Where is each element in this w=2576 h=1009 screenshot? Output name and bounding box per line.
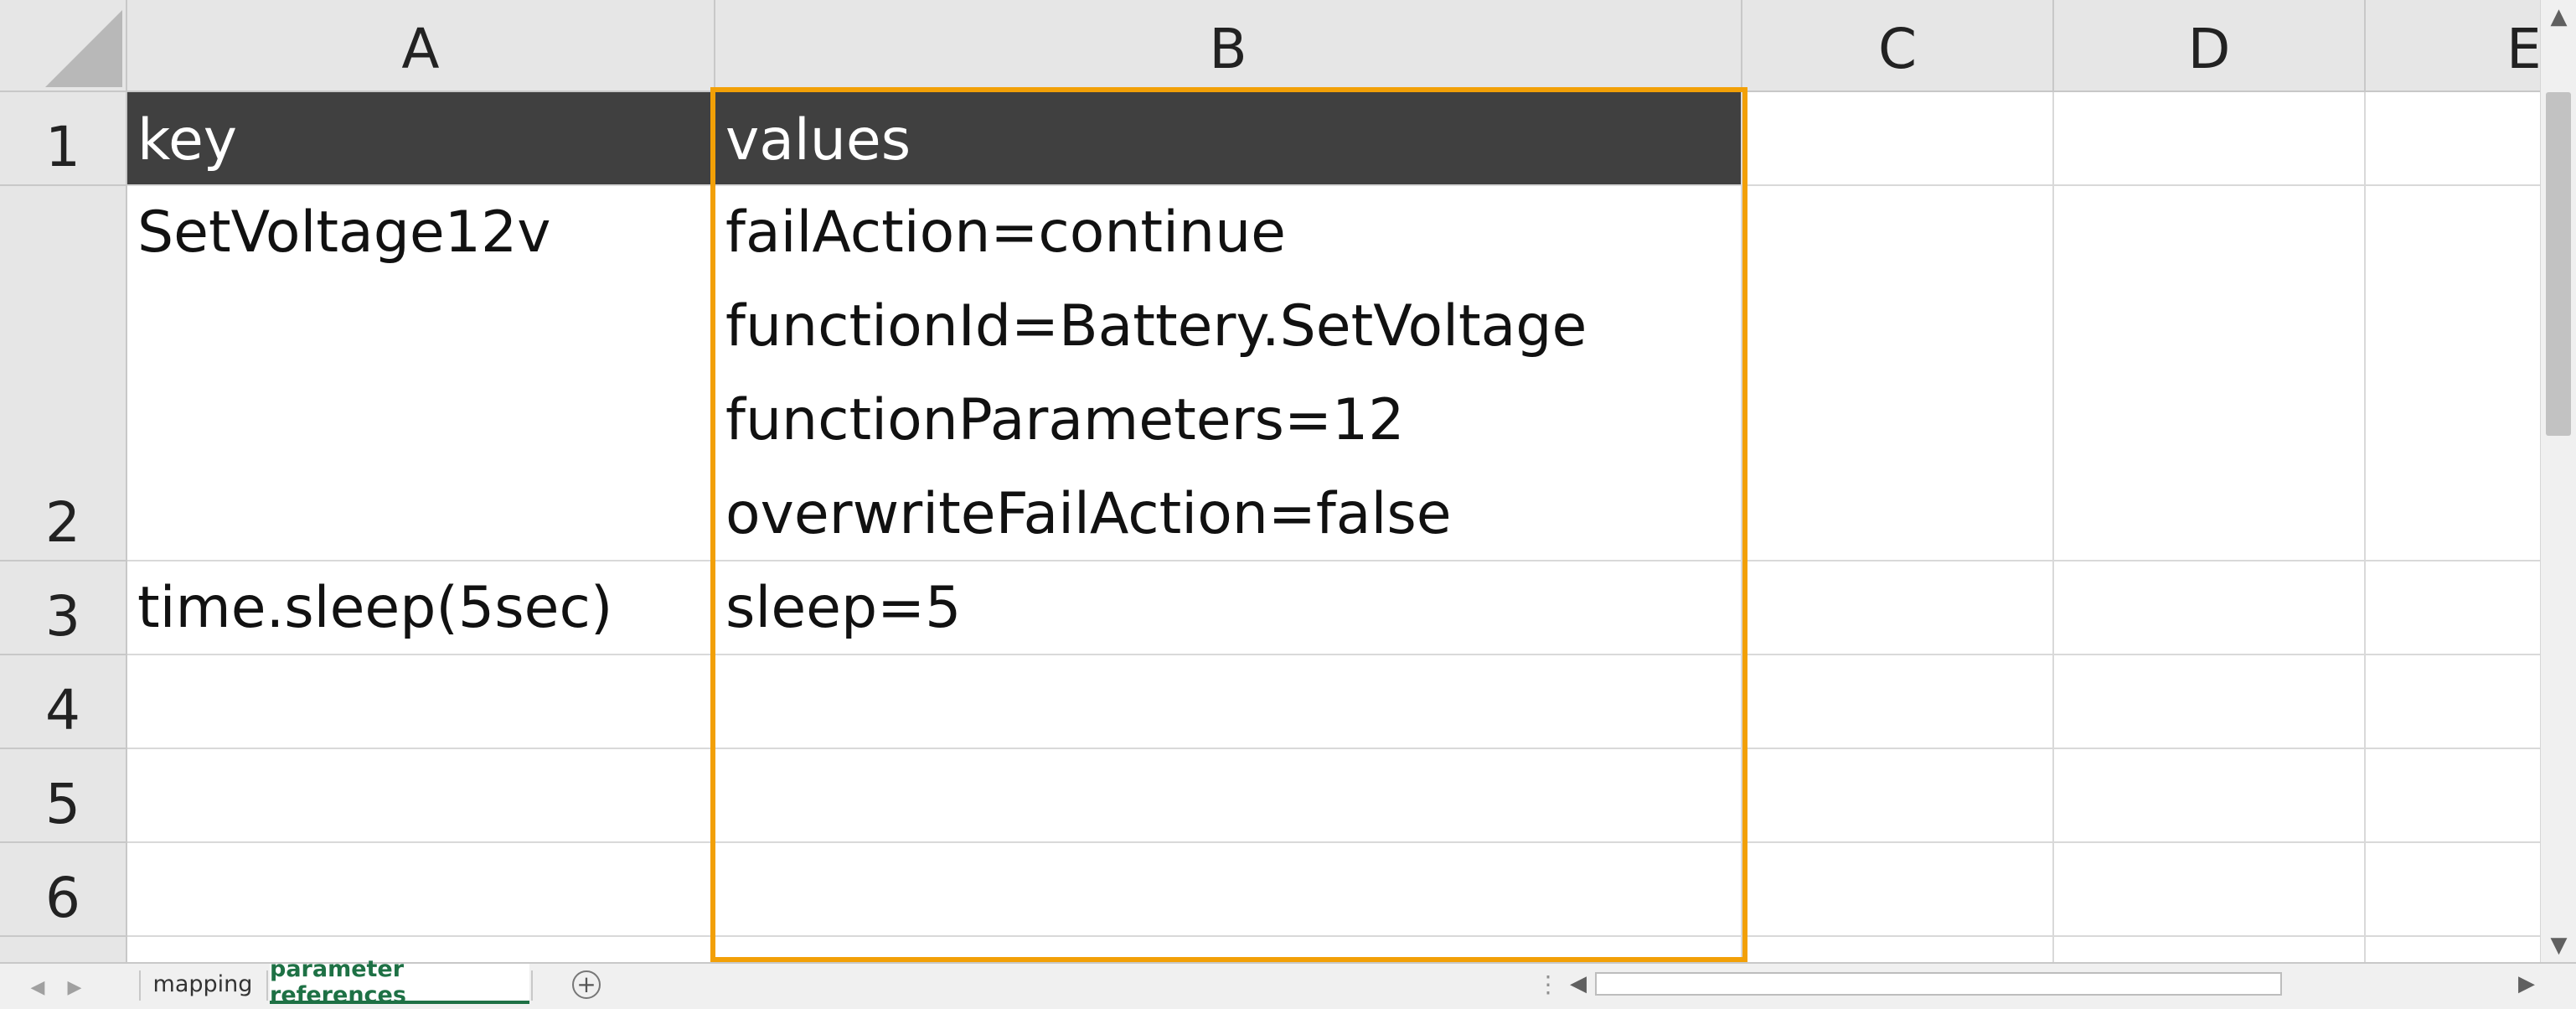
- column-header-b[interactable]: B: [715, 0, 1742, 92]
- cell-e7[interactable]: [2366, 937, 2540, 962]
- cell-d5[interactable]: [2054, 749, 2366, 843]
- horizontal-scroll-thumb[interactable]: [1595, 972, 2282, 996]
- cell-a4[interactable]: [127, 655, 715, 749]
- column-header-d[interactable]: D: [2054, 0, 2366, 92]
- cell-d6[interactable]: [2054, 843, 2366, 937]
- add-sheet-plus-icon[interactable]: +: [572, 970, 601, 999]
- scroll-up-arrow-icon[interactable]: ▲: [2541, 0, 2576, 34]
- vertical-scrollbar[interactable]: ▲ ▼: [2540, 0, 2576, 962]
- cell-b2-line-1: failAction=continue: [725, 199, 1287, 266]
- cell-b6[interactable]: [715, 843, 1742, 937]
- cell-a5[interactable]: [127, 749, 715, 843]
- cell-a3-text: time.sleep(5sec): [137, 575, 613, 641]
- column-header-a[interactable]: A: [127, 0, 715, 92]
- cell-d3[interactable]: [2054, 561, 2366, 655]
- cell-b2-line-3: functionParameters=12: [725, 387, 1405, 453]
- row-header-4[interactable]: 4: [0, 655, 127, 749]
- cell-b7[interactable]: [715, 937, 1742, 962]
- cell-c5[interactable]: [1742, 749, 2054, 843]
- row-header-6[interactable]: 6: [0, 843, 127, 937]
- cell-a1[interactable]: key: [127, 92, 715, 186]
- cell-b4[interactable]: [715, 655, 1742, 749]
- cell-e2[interactable]: [2366, 186, 2540, 561]
- cell-c1[interactable]: [1742, 92, 2054, 186]
- select-all-triangle-icon: [45, 10, 122, 87]
- cell-b3[interactable]: sleep=5: [715, 561, 1742, 655]
- cell-e4[interactable]: [2366, 655, 2540, 749]
- sheet-tab-bar: ◀ ▶ mapping parameter references + ⋮ ◀ ▶: [0, 956, 2576, 1009]
- cell-e3[interactable]: [2366, 561, 2540, 655]
- sheet-scroll-left-icon[interactable]: ◀: [25, 972, 50, 1002]
- cell-c3[interactable]: [1742, 561, 2054, 655]
- cell-b2[interactable]: failAction=continue functionId=Battery.S…: [715, 186, 1742, 561]
- cell-c6[interactable]: [1742, 843, 2054, 937]
- scroll-down-arrow-icon[interactable]: ▼: [2541, 929, 2576, 962]
- row-header-7[interactable]: 7: [0, 937, 127, 962]
- cell-d4[interactable]: [2054, 655, 2366, 749]
- scroll-right-arrow-icon[interactable]: ▶: [2513, 967, 2540, 1001]
- row-header-5[interactable]: 5: [0, 749, 127, 843]
- cell-b3-text: sleep=5: [725, 575, 962, 641]
- scroll-left-arrow-icon[interactable]: ◀: [1565, 967, 1592, 1001]
- cell-a2[interactable]: SetVoltage12v: [127, 186, 715, 561]
- row-header-3[interactable]: 3: [0, 561, 127, 655]
- cell-d1[interactable]: [2054, 92, 2366, 186]
- cell-c2[interactable]: [1742, 186, 2054, 561]
- select-all-corner[interactable]: [0, 0, 127, 92]
- sheet-tab-mapping[interactable]: mapping: [141, 964, 265, 1004]
- column-header-e[interactable]: E: [2366, 0, 2540, 92]
- vertical-scroll-thumb[interactable]: [2546, 92, 2571, 436]
- cell-b2-line-4: overwriteFailAction=false: [725, 481, 1452, 547]
- cell-b1[interactable]: values: [715, 92, 1742, 186]
- cell-c7[interactable]: [1742, 937, 2054, 962]
- cell-a3[interactable]: time.sleep(5sec): [127, 561, 715, 655]
- tab-separator: [266, 970, 268, 1001]
- cell-a2-text: SetVoltage12v: [137, 199, 551, 266]
- row-header-1[interactable]: 1: [0, 92, 127, 186]
- cell-e1[interactable]: [2366, 92, 2540, 186]
- cell-d7[interactable]: [2054, 937, 2366, 962]
- sheet-scroll-right-icon[interactable]: ▶: [62, 972, 87, 1002]
- cell-b2-line-2: functionId=Battery.SetVoltage: [725, 293, 1587, 360]
- column-header-c[interactable]: C: [1742, 0, 2054, 92]
- cell-d2[interactable]: [2054, 186, 2366, 561]
- spreadsheet-grid[interactable]: A B C D E 1 2 3 4 5 6 7 key values SetVo…: [0, 0, 2540, 962]
- sheet-tab-parameter-references[interactable]: parameter references: [270, 956, 529, 1008]
- tab-split-handle-icon[interactable]: ⋮: [1536, 970, 1560, 998]
- cell-c4[interactable]: [1742, 655, 2054, 749]
- horizontal-scrollbar[interactable]: ◀ ▶: [1565, 967, 2545, 1001]
- tab-separator: [531, 970, 533, 1001]
- cell-b5[interactable]: [715, 749, 1742, 843]
- cell-a6[interactable]: [127, 843, 715, 937]
- row-header-2[interactable]: 2: [0, 186, 127, 561]
- cell-e5[interactable]: [2366, 749, 2540, 843]
- cell-e6[interactable]: [2366, 843, 2540, 937]
